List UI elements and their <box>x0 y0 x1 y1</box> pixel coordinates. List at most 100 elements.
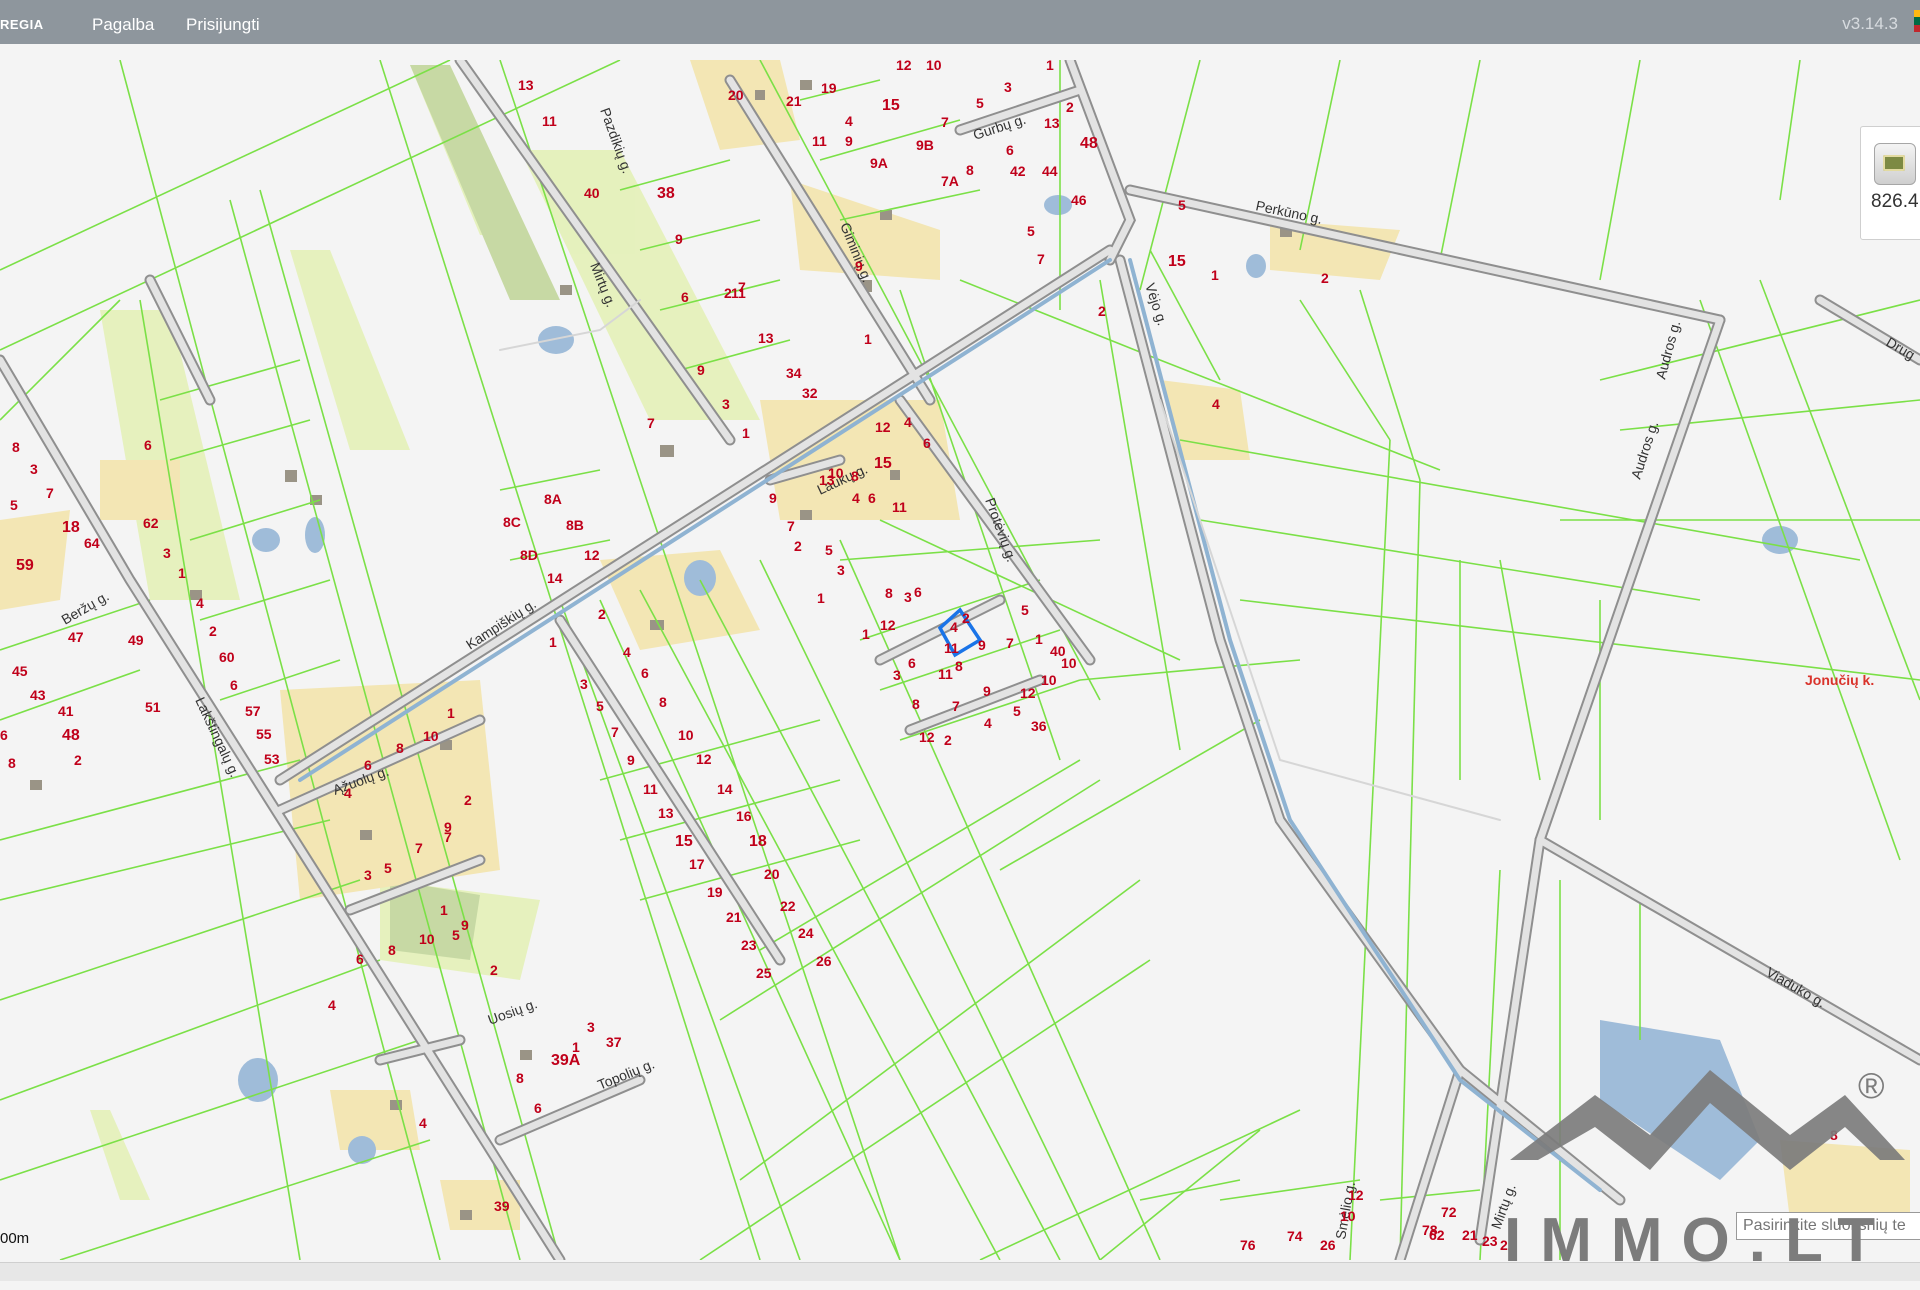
house-number-label: 8B <box>566 517 584 533</box>
house-number-label: 48 <box>1080 135 1098 152</box>
house-number-label: 12 <box>919 729 935 745</box>
house-number-label: 8 <box>388 942 396 958</box>
house-number-label: 9 <box>978 637 986 653</box>
house-number-label: 15 <box>874 455 892 472</box>
house-number-label: 12 <box>875 419 891 435</box>
house-number-label: 45 <box>12 663 28 679</box>
house-number-label: 1 <box>742 425 750 441</box>
house-number-label: 10 <box>926 60 942 73</box>
house-number-label: 2 <box>1098 303 1106 319</box>
house-number-label: 12 <box>880 617 896 633</box>
house-number-label: 62 <box>143 515 159 531</box>
house-number-label: 4 <box>950 619 958 635</box>
house-number-label: 53 <box>264 751 280 767</box>
house-number-label: 6 <box>144 437 152 453</box>
house-number-label: 3 <box>163 545 171 561</box>
house-number-label: 3 <box>722 396 730 412</box>
house-number-label: 8 <box>516 1070 524 1086</box>
house-number-label: 5 <box>1021 602 1029 618</box>
house-number-label: 13 <box>518 77 534 93</box>
house-number-label: 9 <box>675 231 683 247</box>
house-number-label: 7 <box>1006 635 1014 651</box>
layer-switcher[interactable]: 826.4 <box>1860 126 1920 240</box>
house-number-label: 43 <box>30 687 46 703</box>
house-number-label: 13 <box>758 330 774 346</box>
house-number-label: 51 <box>145 699 161 715</box>
house-number-label: 12 <box>584 547 600 563</box>
menu-help[interactable]: Pagalba <box>92 15 154 35</box>
house-number-label: 22 <box>780 898 796 914</box>
house-number-label: 21 <box>786 93 802 109</box>
house-number-label: 12 <box>896 60 912 73</box>
lithuania-flag-icon[interactable] <box>1914 10 1920 32</box>
house-number-label: 16 <box>736 808 752 824</box>
house-number-label: 3 <box>580 676 588 692</box>
house-number-label: 13 <box>819 472 835 488</box>
house-number-label: 5 <box>1178 197 1186 213</box>
house-number-label: 1 <box>549 634 557 650</box>
layers-icon[interactable] <box>1874 143 1916 185</box>
house-number-label: 3 <box>893 667 901 683</box>
street-label: Protėvių g. <box>982 496 1020 564</box>
house-number-label: 11 <box>542 113 557 129</box>
house-number-label: 6 <box>908 655 916 671</box>
menu-login[interactable]: Prisijungti <box>186 15 260 35</box>
house-number-label: 12 <box>1020 685 1036 701</box>
house-number-label: 4 <box>623 644 631 660</box>
house-number-label: 25 <box>756 965 772 981</box>
house-number-label: 3 <box>837 562 845 578</box>
house-number-label: 5 <box>596 698 604 714</box>
status-footer <box>0 1262 1920 1281</box>
house-number-label: 20 <box>764 866 780 882</box>
house-number-label: 19 <box>821 80 837 96</box>
house-number-label: 7 <box>444 829 452 845</box>
house-number-label: 11 <box>812 133 827 149</box>
app-brand[interactable]: REGIA <box>0 17 44 32</box>
house-number-label: 4 <box>845 113 853 129</box>
registered-mark: ® <box>1858 1065 1885 1106</box>
house-number-label: 36 <box>1031 718 1047 734</box>
house-number-label: 9 <box>697 362 705 378</box>
house-number-label: 1 <box>440 902 448 918</box>
house-number-label: 11 <box>892 499 907 515</box>
house-number-label: 4 <box>419 1115 427 1131</box>
house-number-label: 15 <box>1168 253 1186 270</box>
house-number-label: 10 <box>678 727 694 743</box>
house-number-label: 14 <box>547 570 563 586</box>
house-number-label: 8 <box>851 468 859 484</box>
house-number-label: 44 <box>1042 163 1058 179</box>
house-number-label: 11 <box>938 666 953 682</box>
house-number-label: 1 <box>1035 631 1043 647</box>
house-number-label: 3 <box>904 589 912 605</box>
house-number-label: 1 <box>447 705 455 721</box>
house-number-label: 37 <box>606 1034 622 1050</box>
house-number-label: 2 <box>944 732 952 748</box>
house-number-label: 23 <box>741 937 757 953</box>
house-number-label: 59 <box>16 557 34 574</box>
house-number-label: 26 <box>816 953 832 969</box>
house-number-label: 19 <box>707 884 723 900</box>
house-number-label: 40 <box>1050 643 1066 659</box>
house-number-label: 4 <box>196 595 204 611</box>
house-number-label: 6 <box>681 289 689 305</box>
house-number-label: 5 <box>1013 703 1021 719</box>
house-number-label: 5 <box>452 927 460 943</box>
house-number-label: 26 <box>1320 1237 1336 1253</box>
house-number-label: 4 <box>344 785 352 801</box>
house-number-label: 2 <box>598 606 606 622</box>
house-number-label: 47 <box>68 629 84 645</box>
house-number-label: 8A <box>544 491 562 507</box>
house-number-label: 23 <box>1482 1233 1498 1249</box>
house-number-label: 21 <box>1462 1227 1478 1243</box>
house-number-label: 7 <box>415 840 423 856</box>
app-version: v3.14.3 <box>1842 14 1898 33</box>
house-number-label: 9B <box>916 137 934 153</box>
house-number-label: 74 <box>1287 1228 1303 1244</box>
house-number-label: 39A <box>551 1052 581 1069</box>
house-number-label: 13 <box>658 805 674 821</box>
house-number-label: 6 <box>0 727 8 743</box>
house-number-label: 1 <box>864 331 872 347</box>
house-number-label: 9 <box>461 917 469 933</box>
house-number-label: 6 <box>364 757 372 773</box>
house-number-label: 2 <box>490 962 498 978</box>
